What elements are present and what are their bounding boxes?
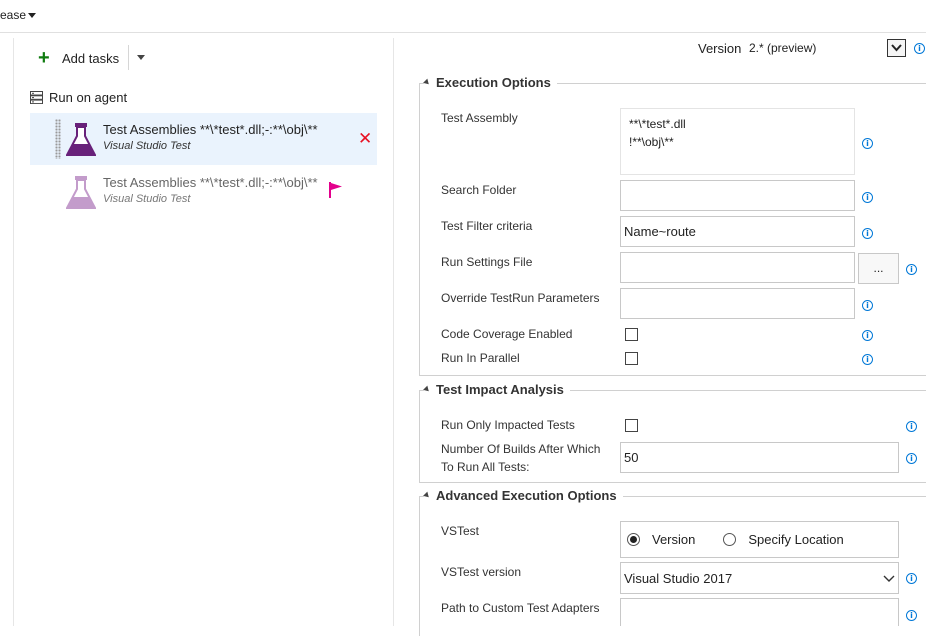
vstest-version-value: Visual Studio 2017 xyxy=(624,571,732,586)
task-subtitle: Visual Studio Test xyxy=(103,193,190,205)
advanced-title: Advanced Execution Options xyxy=(436,488,617,503)
search-folder-input[interactable] xyxy=(620,180,855,211)
agent-phase[interactable]: Run on agent xyxy=(30,90,127,105)
override-params-input[interactable] xyxy=(620,288,855,319)
add-tasks-button[interactable]: + Add tasks xyxy=(38,48,119,68)
run-impacted-checkbox[interactable] xyxy=(625,419,638,432)
remove-task-icon[interactable]: ✕ xyxy=(358,129,372,149)
flask-icon xyxy=(66,123,96,157)
radio-location[interactable]: Specify Location xyxy=(723,532,843,547)
radio-version-label: Version xyxy=(652,532,695,547)
run-settings-input[interactable] xyxy=(620,252,855,283)
test-filter-value: Name~route xyxy=(624,224,696,239)
override-params-info-icon[interactable]: i xyxy=(862,300,873,311)
test-filter-label: Test Filter criteria xyxy=(441,217,532,235)
test-assembly-line: **\*test*.dll xyxy=(629,115,686,133)
collapse-triangle-icon xyxy=(423,79,431,87)
run-impacted-label: Run Only Impacted Tests xyxy=(441,416,575,434)
vstest-label: VSTest xyxy=(441,522,479,540)
test-impact-header[interactable]: Test Impact Analysis xyxy=(424,382,570,397)
code-coverage-info-icon[interactable]: i xyxy=(862,330,873,341)
add-tasks-dropdown-icon[interactable] xyxy=(137,55,145,60)
custom-adapters-info-icon[interactable]: i xyxy=(906,610,917,621)
task-subtitle: Visual Studio Test xyxy=(103,140,190,152)
builds-label-line: To Run All Tests: xyxy=(441,458,600,476)
vstest-radio-group: Version Specify Location xyxy=(620,521,899,558)
run-settings-label: Run Settings File xyxy=(441,253,532,271)
chevron-down-icon xyxy=(883,572,895,584)
collapse-triangle-icon xyxy=(423,386,431,394)
search-folder-info-icon[interactable]: i xyxy=(862,192,873,203)
chevron-down-icon[interactable] xyxy=(887,39,906,57)
radio-version[interactable]: Version xyxy=(627,532,695,547)
add-tasks-label: Add tasks xyxy=(62,51,119,66)
left-divider xyxy=(13,38,14,626)
test-assembly-info-icon[interactable]: i xyxy=(862,138,873,149)
version-info-icon[interactable]: i xyxy=(914,43,925,54)
collapse-triangle-icon xyxy=(423,492,431,500)
search-folder-label: Search Folder xyxy=(441,181,516,199)
execution-options-header[interactable]: Execution Options xyxy=(424,75,557,90)
version-label: Version xyxy=(698,41,741,56)
execution-options-title: Execution Options xyxy=(436,75,551,90)
version-select[interactable]: 2.* (preview) xyxy=(745,38,907,58)
run-parallel-checkbox[interactable] xyxy=(625,352,638,365)
radio-button-selected[interactable] xyxy=(627,533,640,546)
release-menu-label: ease xyxy=(0,8,26,22)
vstest-version-info-icon[interactable]: i xyxy=(906,573,917,584)
caret-down-icon xyxy=(28,13,36,18)
custom-adapters-label: Path to Custom Test Adapters xyxy=(441,599,600,617)
task-title: Test Assemblies **\*test*.dll;-:**\obj\*… xyxy=(103,175,318,190)
builds-input[interactable]: 50 xyxy=(620,442,899,473)
browse-button[interactable]: ... xyxy=(858,253,899,284)
advanced-header[interactable]: Advanced Execution Options xyxy=(424,488,623,503)
custom-adapters-input[interactable] xyxy=(620,598,899,626)
server-icon xyxy=(30,91,43,104)
radio-location-label: Specify Location xyxy=(748,532,843,547)
run-parallel-info-icon[interactable]: i xyxy=(862,354,873,365)
task-title: Test Assemblies **\*test*.dll;-:**\obj\*… xyxy=(103,122,318,137)
test-assembly-textarea[interactable]: **\*test*.dll !**\obj\** xyxy=(620,108,855,175)
test-filter-info-icon[interactable]: i xyxy=(862,228,873,239)
vstest-version-select[interactable]: Visual Studio 2017 xyxy=(620,562,899,594)
builds-info-icon[interactable]: i xyxy=(906,453,917,464)
agent-label: Run on agent xyxy=(49,90,127,105)
test-assembly-label: Test Assembly xyxy=(441,109,518,127)
run-impacted-info-icon[interactable]: i xyxy=(906,421,917,432)
builds-value: 50 xyxy=(624,450,638,465)
plus-icon: + xyxy=(38,49,56,67)
run-parallel-label: Run In Parallel xyxy=(441,349,520,367)
panel-splitter[interactable] xyxy=(393,38,394,626)
override-params-label: Override TestRun Parameters xyxy=(441,289,600,307)
flag-icon xyxy=(329,182,343,198)
task-item[interactable]: Test Assemblies **\*test*.dll;-:**\obj\*… xyxy=(30,166,377,218)
test-impact-title: Test Impact Analysis xyxy=(436,382,564,397)
radio-button[interactable] xyxy=(723,533,736,546)
vstest-version-label: VSTest version xyxy=(441,563,521,581)
version-value: 2.* (preview) xyxy=(746,41,887,55)
code-coverage-label: Code Coverage Enabled xyxy=(441,325,572,343)
release-menu[interactable]: ease xyxy=(0,8,36,22)
code-coverage-checkbox[interactable] xyxy=(625,328,638,341)
flask-icon xyxy=(66,176,96,210)
test-filter-input[interactable]: Name~route xyxy=(620,216,855,247)
builds-label: Number Of Builds After Which To Run All … xyxy=(441,440,600,476)
builds-label-line: Number Of Builds After Which xyxy=(441,440,600,458)
top-bar xyxy=(0,0,926,33)
add-tasks-separator xyxy=(128,45,129,70)
task-item-selected[interactable]: Test Assemblies **\*test*.dll;-:**\obj\*… xyxy=(30,113,377,165)
run-settings-info-icon[interactable]: i xyxy=(906,264,917,275)
test-assembly-line: !**\obj\** xyxy=(629,133,674,151)
drag-handle-icon[interactable] xyxy=(55,119,61,159)
